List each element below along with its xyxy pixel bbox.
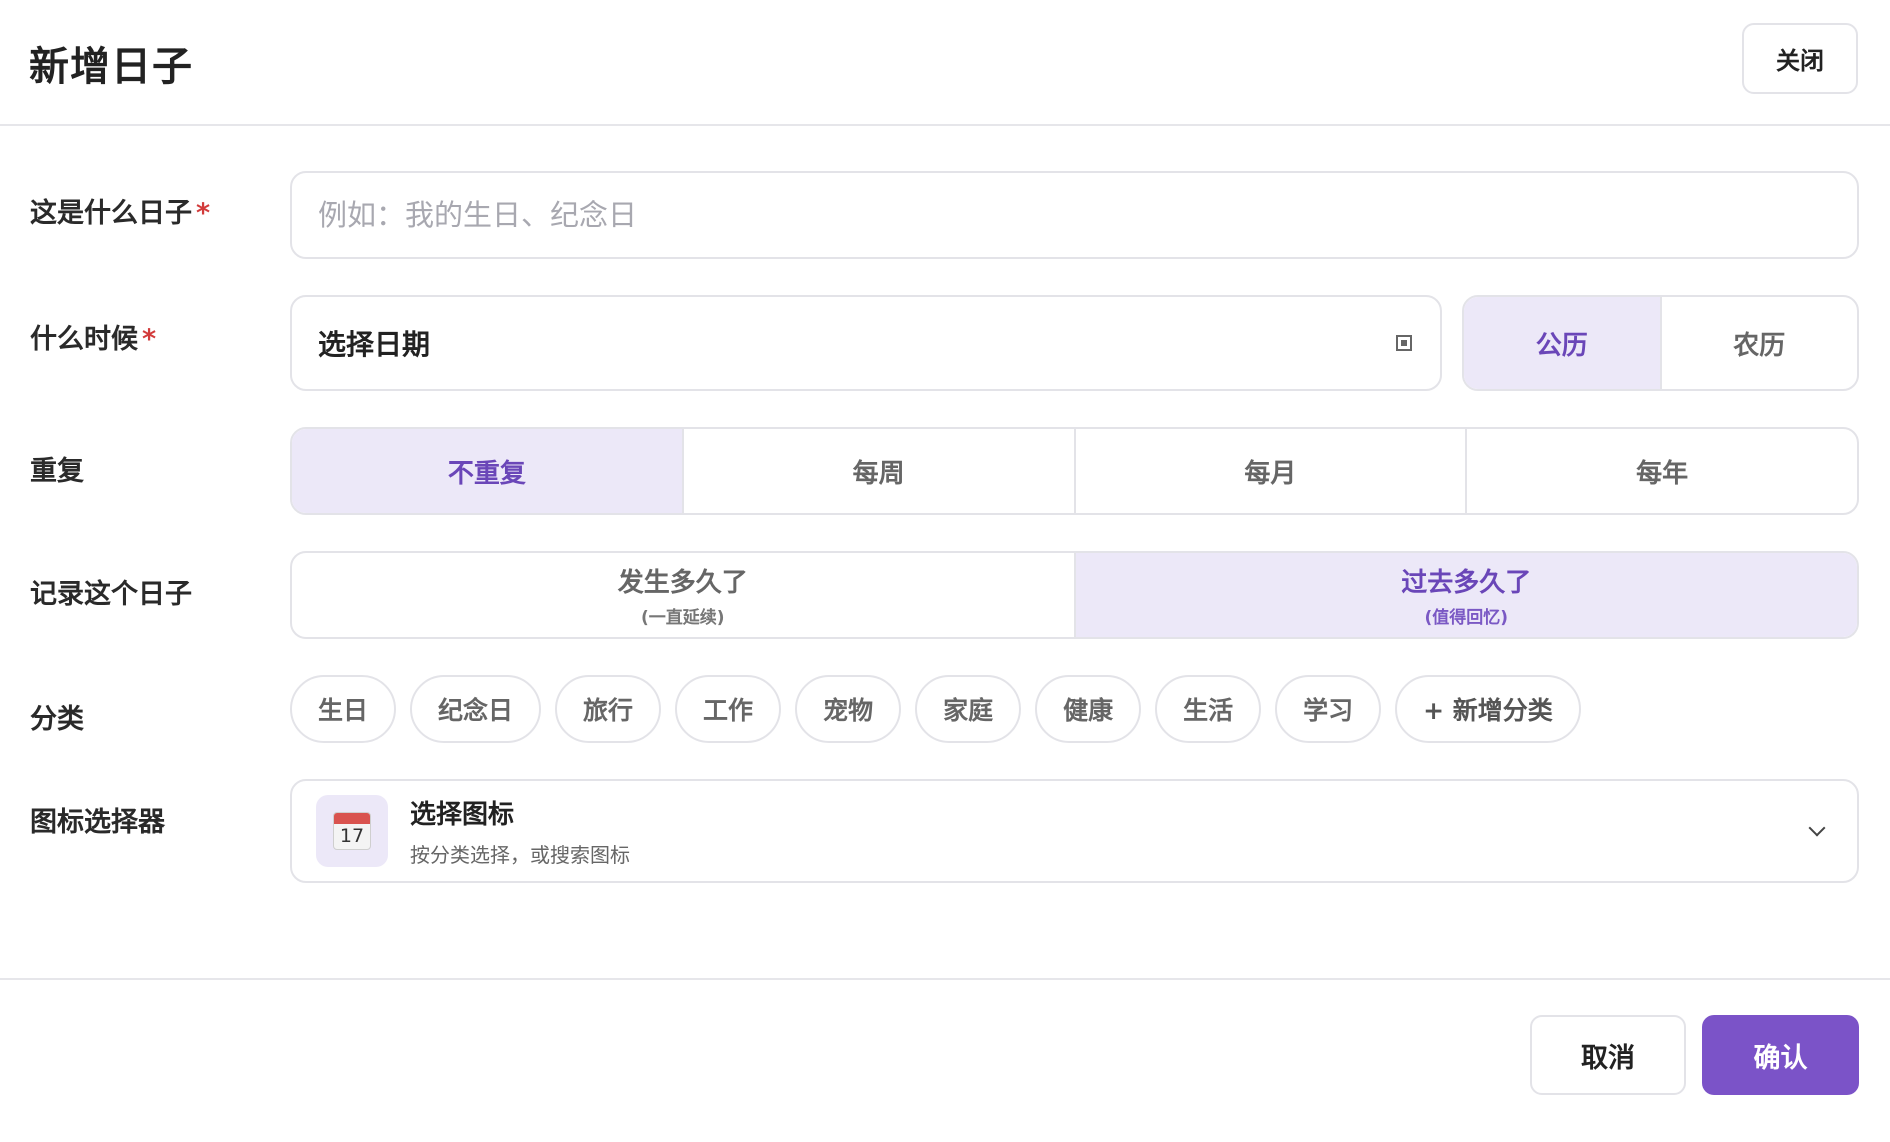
name-input-box: [290, 171, 1859, 259]
category-chip[interactable]: 健康: [1035, 675, 1142, 743]
record-option-subtitle: (一直延续): [640, 608, 725, 628]
calendar-type-lunar[interactable]: 农历: [1659, 297, 1858, 389]
repeat-toggle: 不重复 每周 每月 每年: [290, 427, 1859, 515]
icon-picker-text: 选择图标 按分类选择，或搜索图标: [410, 794, 1811, 868]
selected-icon-tile: 17: [316, 795, 388, 867]
confirm-button[interactable]: 确认: [1702, 1015, 1859, 1095]
date-picker-field[interactable]: 选择日期: [290, 295, 1442, 391]
record-option-past[interactable]: 过去多久了 (值得回忆): [1073, 553, 1857, 637]
dialog-header: 新增日子 关闭: [0, 0, 1890, 126]
calendar-icon: [1396, 335, 1412, 351]
record-mode-toggle: 发生多久了 (一直延续) 过去多久了 (值得回忆): [290, 551, 1859, 639]
repeat-option-yearly[interactable]: 每年: [1465, 429, 1857, 513]
calendar-17-icon: 17: [333, 812, 371, 850]
category-label: 分类: [30, 704, 84, 735]
icon-picker-subtitle: 按分类选择，或搜索图标: [410, 843, 630, 867]
category-chip[interactable]: 旅行: [555, 675, 662, 743]
icon-picker-title: 选择图标: [410, 800, 515, 830]
date-value: 选择日期: [318, 328, 431, 361]
repeat-option-none[interactable]: 不重复: [292, 429, 682, 513]
category-chip[interactable]: 家庭: [915, 675, 1022, 743]
record-label: 记录这个日子: [30, 579, 192, 610]
category-chip[interactable]: 生活: [1155, 675, 1262, 743]
calendar-icon-header: [334, 813, 370, 824]
category-chip[interactable]: 生日: [290, 675, 397, 743]
name-input[interactable]: [292, 173, 1857, 257]
record-option-elapsed[interactable]: 发生多久了 (一直延续): [292, 553, 1074, 637]
dialog-footer: 取消 确认: [0, 978, 1890, 1142]
close-button[interactable]: 关闭: [1742, 23, 1858, 94]
required-mark: *: [142, 324, 157, 355]
chevron-down-icon: [1808, 819, 1826, 837]
date-label-text: 什么时候: [30, 324, 138, 355]
date-label: 什么时候 *: [30, 317, 156, 356]
record-option-subtitle: (值得回忆): [1424, 608, 1509, 628]
repeat-label: 重复: [30, 456, 84, 487]
calendar-type-solar[interactable]: 公历: [1464, 297, 1660, 389]
record-option-title: 过去多久了: [1401, 568, 1532, 598]
name-label-text: 这是什么日子: [30, 198, 192, 229]
category-chip[interactable]: 纪念日: [410, 675, 542, 743]
required-mark: *: [196, 198, 211, 229]
add-day-dialog: 新增日子 关闭 这是什么日子* 什么时候* 选择日期 公历 农历 重复 不重复 …: [0, 0, 1890, 1142]
calendar-icon-day: 17: [339, 825, 365, 847]
category-chip[interactable]: 工作: [675, 675, 782, 743]
category-chips: 生日 纪念日 旅行 工作 宠物 家庭 健康 生活 学习 + 新增分类: [290, 675, 1581, 743]
record-option-title: 发生多久了: [617, 568, 748, 598]
repeat-option-weekly[interactable]: 每周: [681, 429, 1074, 513]
category-chip[interactable]: 宠物: [795, 675, 902, 743]
calendar-type-toggle: 公历 农历: [1462, 295, 1859, 391]
add-category-button[interactable]: + 新增分类: [1395, 675, 1581, 743]
category-chip[interactable]: 学习: [1275, 675, 1382, 743]
icon-picker-dropdown[interactable]: 17 选择图标 按分类选择，或搜索图标: [290, 779, 1859, 883]
cancel-button[interactable]: 取消: [1530, 1015, 1686, 1095]
repeat-option-monthly[interactable]: 每月: [1073, 429, 1466, 513]
dialog-title: 新增日子: [29, 44, 193, 90]
icon-picker-label: 图标选择器: [30, 807, 165, 838]
name-label: 这是什么日子 *: [30, 191, 210, 230]
